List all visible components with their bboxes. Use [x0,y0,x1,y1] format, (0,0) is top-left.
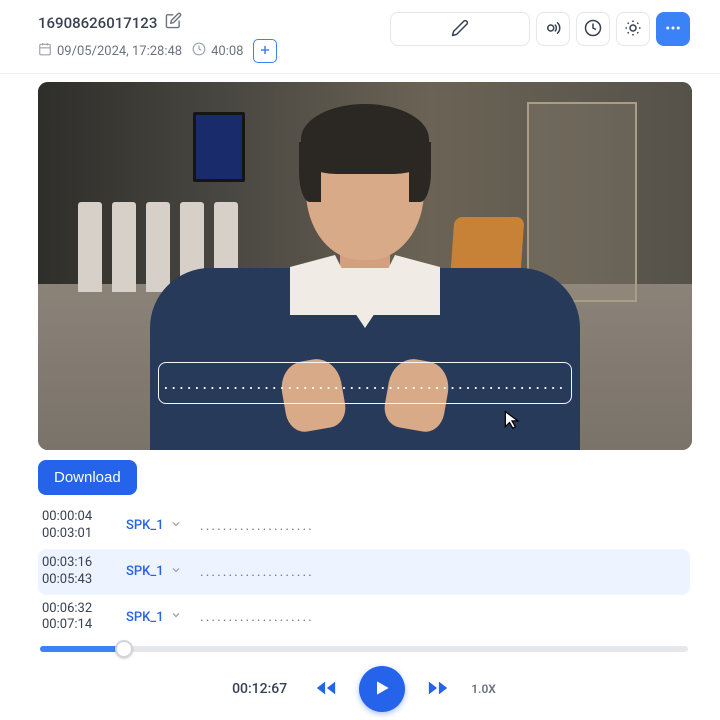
speaker-label: SPK_1 [126,518,164,533]
playback-speed[interactable]: 1.0X [471,682,496,696]
add-button[interactable] [253,39,277,63]
header-right [390,12,690,46]
speaker-label: SPK_1 [126,564,164,579]
content-area: ........................................… [0,82,720,712]
start-time: 00:06:32 [42,601,108,618]
meta-row: 09/05/2024, 17:28:48 40:08 [38,39,277,63]
chevron-down-icon [170,609,182,625]
end-time: 00:03:01 [42,526,108,543]
transcript-text: .................... [200,518,314,534]
caption-text: ........................................… [164,373,567,394]
forward-icon [427,677,449,702]
transcript-row[interactable]: 00:06:32 00:07:14 SPK_1 ................… [38,595,690,641]
waveform-icon [544,19,562,40]
play-button[interactable] [359,666,405,712]
calendar-icon [38,42,52,60]
audio-button[interactable] [536,12,570,46]
dots-icon [664,19,682,40]
end-time: 00:07:14 [42,617,108,634]
history-button[interactable] [576,12,610,46]
speaker-select[interactable]: SPK_1 [126,609,182,625]
duration-meta: 40:08 [192,42,243,60]
transcript-text: .................... [200,564,314,580]
current-time: 00:12:67 [232,681,287,697]
rewind-button[interactable] [315,677,337,702]
duration-text: 40:08 [211,44,243,59]
play-icon [372,678,392,701]
transcript-text: .................... [200,609,314,625]
chevron-down-icon [170,564,182,580]
brightness-button[interactable] [616,12,650,46]
pencil-icon [451,19,469,40]
header-left: 16908626017123 09/05/2024, 17:28:48 40:0… [38,12,277,63]
transcript-times: 00:06:32 00:07:14 [42,601,108,635]
page-header: 16908626017123 09/05/2024, 17:28:48 40:0… [0,0,720,74]
end-time: 00:05:43 [42,572,108,589]
edit-toolbar-button[interactable] [390,12,530,46]
transcript-times: 00:00:04 00:03:01 [42,509,108,543]
progress-bar[interactable] [40,646,688,652]
start-time: 00:00:04 [42,509,108,526]
edit-title-icon[interactable] [165,12,182,33]
video-player[interactable]: ........................................… [38,82,692,450]
start-time: 00:03:16 [42,555,108,572]
transcript-times: 00:03:16 00:05:43 [42,555,108,589]
date-text: 09/05/2024, 17:28:48 [57,44,182,59]
recording-title: 16908626017123 [38,14,157,32]
transcript-row[interactable]: 00:03:16 00:05:43 SPK_1 ................… [38,549,690,595]
chevron-down-icon [170,518,182,534]
speaker-select[interactable]: SPK_1 [126,518,182,534]
sun-icon [624,19,642,40]
transcript-row[interactable]: 00:00:04 00:03:01 SPK_1 ................… [38,503,690,549]
clock-icon [192,42,206,60]
date-meta: 09/05/2024, 17:28:48 [38,42,182,60]
forward-button[interactable] [427,677,449,702]
caption-box[interactable]: ........................................… [158,362,572,404]
progress-thumb[interactable] [115,640,133,658]
speaker-select[interactable]: SPK_1 [126,564,182,580]
download-button[interactable]: Download [38,460,137,495]
plus-icon [258,43,272,60]
more-button[interactable] [656,12,690,46]
clock-icon [584,19,602,40]
progress-fill [40,646,124,652]
transcript-list: 00:00:04 00:03:01 SPK_1 ................… [38,503,690,640]
speaker-label: SPK_1 [126,610,164,625]
title-row: 16908626017123 [38,12,277,33]
rewind-icon [315,677,337,702]
control-bar: 00:12:67 1.0X [38,666,690,712]
player-controls: 00:12:67 1.0X [38,646,690,712]
